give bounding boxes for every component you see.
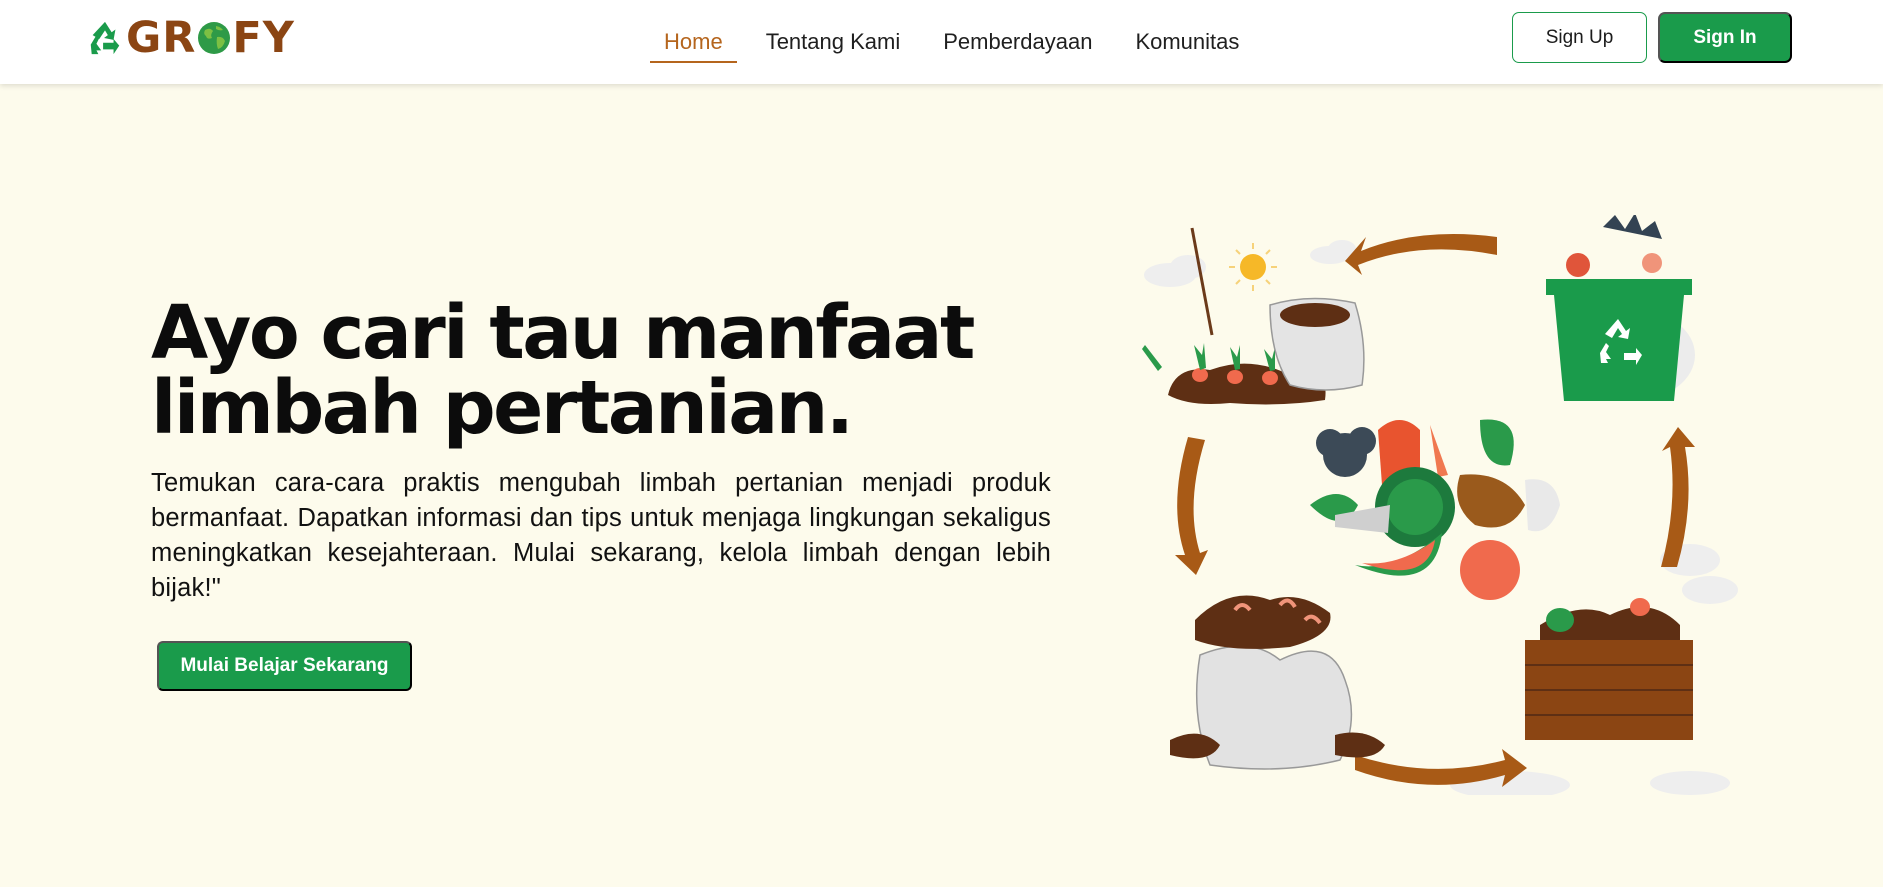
start-learning-button[interactable]: Mulai Belajar Sekarang bbox=[157, 641, 412, 691]
arrow-left-icon bbox=[1175, 437, 1208, 575]
shovel-icon bbox=[1190, 227, 1214, 336]
main-nav: Home Tentang Kami Pemberdayaan Komunitas bbox=[650, 0, 1268, 84]
nav-link-tentang-kami[interactable]: Tentang Kami bbox=[752, 0, 915, 84]
compost-sack-icon bbox=[1170, 595, 1385, 770]
sun-icon bbox=[1229, 243, 1277, 291]
brand-name-end: FY bbox=[232, 13, 295, 63]
nav-link-komunitas[interactable]: Komunitas bbox=[1121, 0, 1253, 84]
hero-title-line-1: Ayo cari tau manfaat bbox=[151, 290, 975, 376]
hero-title: Ayo cari tau manfaat limbah pertanian. bbox=[151, 296, 1051, 446]
hero-title-line-2: limbah pertanian. bbox=[151, 365, 854, 451]
soil-plants-icon bbox=[1142, 297, 1365, 405]
brand-name-start: GR bbox=[126, 13, 197, 63]
nav-link-home[interactable]: Home bbox=[650, 0, 737, 84]
vegetables-pile-icon bbox=[1310, 419, 1560, 600]
navbar: GR FY Home Tentang Kami Pemberdayaan Kom… bbox=[0, 0, 1883, 84]
sign-in-button[interactable]: Sign In bbox=[1658, 12, 1792, 63]
globe-icon bbox=[198, 22, 231, 54]
recycle-bin-icon bbox=[1546, 215, 1695, 401]
recycle-logo-icon bbox=[90, 21, 120, 55]
recycling-cycle-illustration bbox=[1142, 215, 1738, 795]
arrow-top-icon bbox=[1345, 234, 1497, 275]
brand-wordmark: GR FY bbox=[126, 16, 295, 60]
hero-description: Temukan cara-cara praktis mengubah limba… bbox=[151, 469, 1051, 602]
nav-link-pemberdayaan[interactable]: Pemberdayaan bbox=[929, 0, 1106, 84]
wooden-crate-icon bbox=[1525, 598, 1693, 740]
sign-up-button[interactable]: Sign Up bbox=[1512, 12, 1647, 63]
brand-logo[interactable]: GR FY bbox=[86, 16, 295, 60]
